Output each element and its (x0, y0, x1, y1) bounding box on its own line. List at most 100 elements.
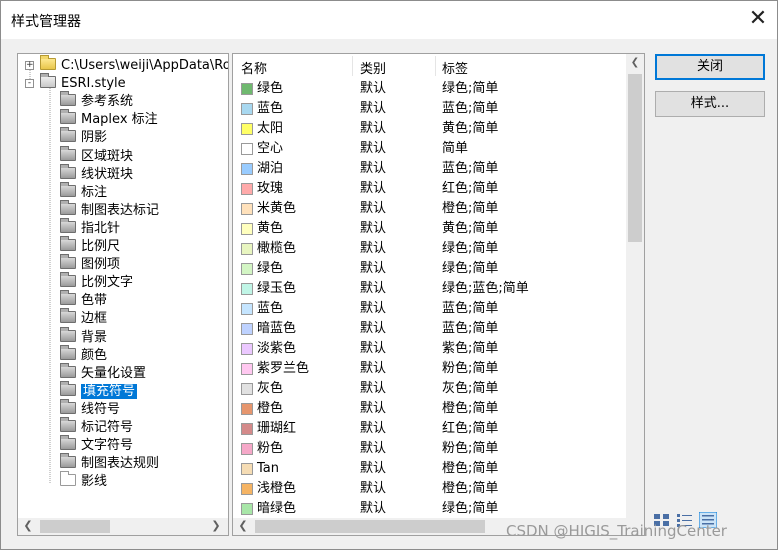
tree-item-label: 线状斑块 (81, 166, 134, 182)
styles-button[interactable]: 样式... (655, 91, 765, 117)
list-row[interactable]: 黄色 默认 黄色;简单 (233, 219, 626, 239)
folder-icon (60, 254, 76, 270)
folder-icon (60, 380, 76, 396)
row-name: 黄色 (257, 221, 284, 236)
column-divider[interactable] (352, 56, 353, 76)
collapse-icon[interactable]: - (25, 79, 34, 89)
row-category: 默认 (360, 461, 387, 476)
tree-item[interactable]: 指北针 (60, 217, 120, 238)
row-tags: 灰色;简单 (442, 381, 499, 396)
tree-item-label: 标注 (81, 184, 108, 200)
list-row[interactable]: 灰色 默认 灰色;简单 (233, 379, 626, 399)
row-tags: 绿色;简单 (442, 241, 499, 256)
folder-icon (60, 344, 76, 360)
tree-item[interactable]: Maplex 标注 (60, 109, 158, 129)
row-category: 默认 (360, 181, 387, 196)
fill-swatch (241, 403, 253, 415)
tree-horizontal-scrollbar[interactable]: ❮ ❯ (18, 518, 228, 535)
tree-item[interactable]: 图例项 (60, 254, 120, 274)
column-header-name[interactable]: 名称 (241, 58, 267, 77)
list-row[interactable]: 珊瑚红 默认 红色;简单 (233, 419, 626, 439)
tree-item[interactable]: 填充符号 (60, 380, 138, 401)
scrollbar-thumb[interactable] (40, 520, 110, 533)
row-category: 默认 (360, 101, 387, 116)
list-row[interactable]: 暗绿色 默认 绿色;简单 (233, 499, 626, 519)
scroll-left-icon[interactable]: ❮ (235, 519, 251, 532)
fill-swatch (241, 323, 253, 335)
folder-icon (60, 362, 76, 378)
folder-icon (40, 55, 56, 70)
close-icon[interactable]: ✕ (743, 5, 773, 35)
folder-icon (60, 236, 76, 251)
row-name: 米黄色 (257, 201, 297, 216)
style-list[interactable]: 名称 类别 标签 绿色 默认 绿色;简单 蓝色 默认 蓝色;简单 太阳 默认 黄色;简单 空心 默认… (232, 53, 645, 536)
list-row[interactable]: 橄榄色 默认 绿色;简单 (233, 239, 626, 259)
fill-swatch (241, 383, 253, 395)
list-row[interactable]: 淡紫色 默认 紫色;简单 (233, 339, 626, 359)
tree-item[interactable]: 影线 (60, 471, 107, 491)
tree-item[interactable]: 制图表达规则 (60, 453, 159, 473)
folder-icon (60, 417, 76, 432)
scroll-right-icon[interactable]: ❯ (208, 519, 224, 532)
tree-item[interactable]: 区域斑块 (60, 145, 133, 166)
row-name: 珊瑚红 (257, 421, 297, 436)
window-title: 样式管理器 (11, 14, 81, 30)
list-row[interactable]: 蓝色 默认 蓝色;简单 (233, 299, 626, 319)
list-row[interactable]: 紫罗兰色 默认 粉色;简单 (233, 359, 626, 379)
row-category: 默认 (360, 341, 387, 356)
list-row[interactable]: 玫瑰 默认 红色;简单 (233, 179, 626, 199)
fill-swatch (241, 343, 253, 355)
list-row[interactable]: 绿色 默认 绿色;简单 (233, 259, 626, 279)
list-row[interactable]: 湖泊 默认 蓝色;简单 (233, 159, 626, 179)
scrollbar-thumb[interactable] (628, 74, 642, 242)
tree-item-label: 背景 (81, 329, 108, 345)
list-row[interactable]: 米黄色 默认 橙色;简单 (233, 199, 626, 219)
tree-item[interactable]: + C:\Users\weiji\AppData\Roa (25, 55, 228, 75)
scrollbar-thumb[interactable] (255, 520, 485, 533)
tree-item[interactable]: 比例尺 (60, 236, 120, 256)
list-row[interactable]: 绿色 默认 绿色;简单 (233, 79, 626, 99)
tree-item[interactable]: 文字符号 (60, 435, 133, 455)
row-tags: 橙色;简单 (442, 401, 499, 416)
column-header-category[interactable]: 类别 (360, 58, 386, 77)
list-row[interactable]: 太阳 默认 黄色;简单 (233, 119, 626, 139)
fill-swatch (241, 463, 253, 475)
list-vertical-scrollbar[interactable]: ❮ (626, 54, 644, 518)
list-row[interactable]: 浅橙色 默认 橙色;简单 (233, 479, 626, 499)
fill-swatch (241, 363, 253, 375)
expand-icon[interactable]: + (25, 61, 34, 70)
row-tags: 橙色;简单 (442, 481, 499, 496)
scroll-up-icon[interactable]: ❮ (627, 57, 643, 68)
list-row[interactable]: 暗蓝色 默认 蓝色;简单 (233, 319, 626, 339)
tree-item[interactable]: 线状斑块 (60, 163, 134, 184)
scroll-left-icon[interactable]: ❮ (20, 519, 36, 532)
column-divider[interactable] (435, 56, 436, 76)
list-row[interactable]: 空心 默认 简单 (233, 139, 626, 159)
tree-item[interactable]: 矢量化设置 (60, 362, 147, 383)
row-name: 粉色 (257, 441, 284, 456)
tree-item[interactable]: 制图表达标记 (60, 199, 159, 220)
folder-icon (60, 109, 76, 125)
list-row[interactable]: 蓝色 默认 蓝色;简单 (233, 99, 626, 119)
close-button[interactable]: 关闭 (655, 54, 765, 80)
tree-item-label: 矢量化设置 (81, 365, 147, 381)
column-header-tags[interactable]: 标签 (442, 58, 468, 77)
tree-item[interactable]: - ESRI.style (25, 73, 126, 93)
folder-icon (60, 290, 76, 306)
folder-icon (60, 145, 76, 161)
tree-item[interactable]: 标记符号 (60, 417, 133, 437)
row-category: 默认 (360, 401, 387, 416)
list-row[interactable]: 橙色 默认 橙色;简单 (233, 399, 626, 419)
row-category: 默认 (360, 261, 387, 276)
tree-item-label: 线符号 (81, 401, 121, 417)
tree-item[interactable]: 线符号 (60, 398, 121, 419)
list-row[interactable]: 绿玉色 默认 绿色;蓝色;简单 (233, 279, 626, 299)
tree-item[interactable]: 比例文字 (60, 272, 133, 292)
tree-item[interactable]: 参考系统 (60, 91, 133, 111)
style-tree[interactable]: + C:\Users\weiji\AppData\Roa - ESRI.style 参考… (17, 53, 229, 536)
list-row[interactable]: 粉色 默认 粉色;简单 (233, 439, 626, 459)
row-tags: 紫色;简单 (442, 341, 499, 356)
row-category: 默认 (360, 161, 387, 176)
list-row[interactable]: Tan 默认 橙色;简单 (233, 459, 626, 479)
fill-swatch (241, 303, 253, 315)
